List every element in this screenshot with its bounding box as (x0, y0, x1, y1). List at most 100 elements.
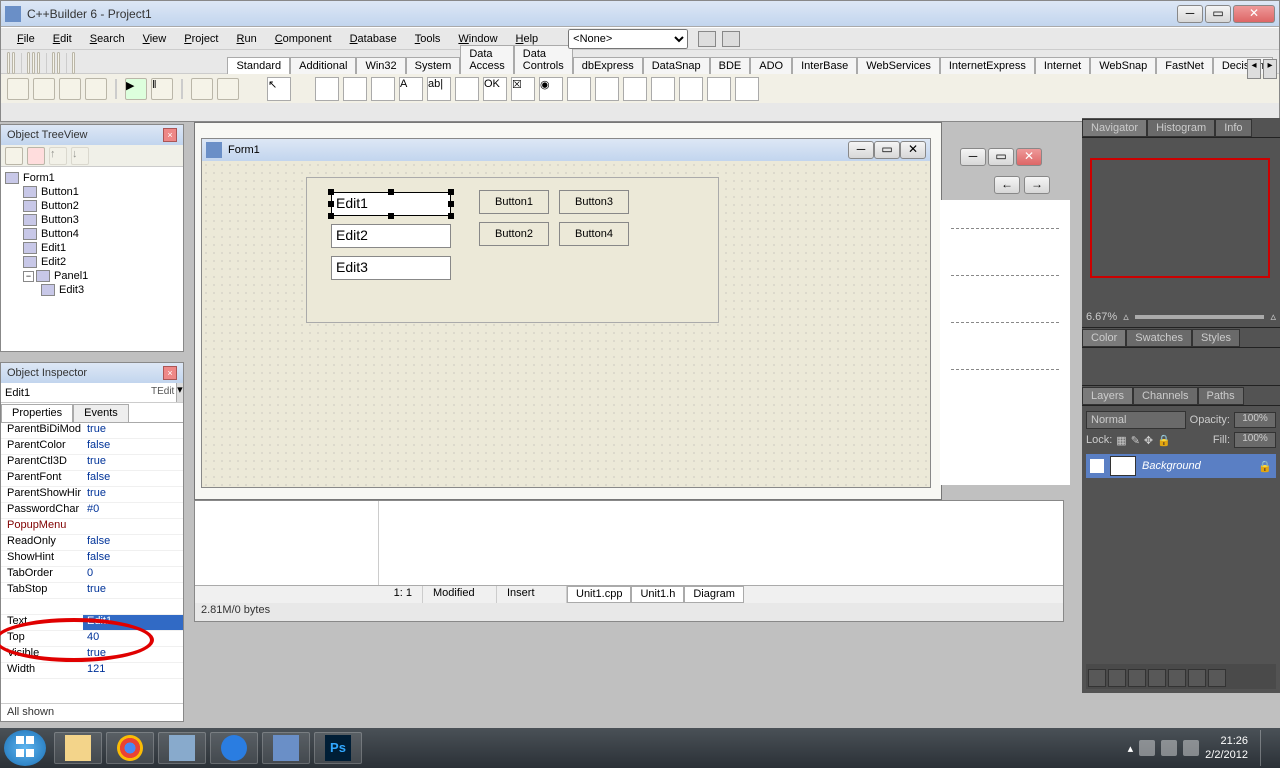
zoom-in-icon[interactable]: ▵ (1270, 310, 1276, 323)
prop-row-text[interactable]: TextEdit1 (1, 615, 183, 631)
tab-unit-cpp[interactable]: Unit1.cpp (567, 586, 631, 603)
run-icon[interactable]: ▶ (125, 78, 147, 100)
menu-database[interactable]: Database (342, 31, 405, 47)
new-icon[interactable] (7, 52, 10, 74)
ptab-win32[interactable]: Win32 (356, 57, 405, 74)
prop-value[interactable]: true (83, 423, 183, 438)
task-cppbuilder[interactable] (262, 732, 310, 764)
prop-row-width[interactable]: Width121 (1, 663, 183, 679)
ps-color-panel[interactable] (1082, 348, 1280, 386)
tree-delete-icon[interactable] (27, 147, 45, 165)
prop-value[interactable]: Edit1 (83, 615, 183, 630)
ptab-bde[interactable]: BDE (710, 57, 751, 74)
clock[interactable]: 21:26 2/2/2012 (1205, 734, 1248, 762)
prop-value[interactable] (83, 599, 183, 614)
menu-help[interactable]: Help (508, 31, 547, 47)
button3-control[interactable]: Button3 (559, 190, 629, 214)
layer-background[interactable]: Background 🔒 (1086, 454, 1276, 478)
prop-row-parentfont[interactable]: ParentFontfalse (1, 471, 183, 487)
tree-edit2[interactable]: Edit2 (5, 255, 179, 269)
tree-edit1[interactable]: Edit1 (5, 241, 179, 255)
menu-tools[interactable]: Tools (407, 31, 449, 47)
component-dropdown-icon[interactable]: ▾ (176, 383, 183, 402)
button2-control[interactable]: Button2 (479, 222, 549, 246)
navigator-viewport[interactable] (1090, 158, 1270, 278)
tree-button4[interactable]: Button4 (5, 227, 179, 241)
ptab-ado[interactable]: ADO (750, 57, 792, 74)
layer-thumb[interactable] (1110, 456, 1136, 476)
prop-row-tabstop[interactable]: TabStoptrue (1, 583, 183, 599)
ps-tab-swatches[interactable]: Swatches (1126, 329, 1192, 347)
scrollbar-icon[interactable] (623, 77, 647, 101)
start-button[interactable] (4, 730, 46, 766)
label-icon[interactable]: A (399, 77, 423, 101)
ptab-dbexpress[interactable]: dbExpress (573, 57, 643, 74)
radiogroup-icon[interactable] (679, 77, 703, 101)
add-file-icon[interactable] (52, 52, 55, 74)
popupmenu-icon[interactable] (371, 77, 395, 101)
zoom-slider[interactable] (1135, 315, 1265, 319)
menu-project[interactable]: Project (176, 31, 226, 47)
prop-value[interactable]: true (83, 455, 183, 470)
tree-ic-1[interactable] (5, 147, 23, 165)
button-icon[interactable]: OK (483, 77, 507, 101)
lock-all-icon[interactable]: 🔒 (1157, 434, 1171, 447)
tray-up-icon[interactable]: ▴ (1128, 742, 1134, 755)
prop-row-passwordchar[interactable]: PasswordChar#0 (1, 503, 183, 519)
button1-control[interactable]: Button1 (479, 190, 549, 214)
close-button[interactable]: ✕ (1233, 5, 1275, 23)
new-form-icon[interactable] (85, 78, 107, 100)
minimize-button[interactable]: ─ (1177, 5, 1203, 23)
tree-button3[interactable]: Button3 (5, 213, 179, 227)
tree-edit3[interactable]: Edit3 (5, 283, 179, 297)
prop-row-visible[interactable]: Visibletrue (1, 647, 183, 663)
prop-row-parentcolor[interactable]: ParentColorfalse (1, 439, 183, 455)
saveall-icon[interactable] (32, 52, 35, 74)
menu-icon-1[interactable] (698, 31, 716, 47)
fx-icon[interactable] (1108, 669, 1126, 687)
ps-tab-color[interactable]: Color (1082, 329, 1126, 347)
tree-button2[interactable]: Button2 (5, 199, 179, 213)
menu-component[interactable]: Component (267, 31, 340, 47)
radio-icon[interactable]: ◉ (539, 77, 563, 101)
opacity-value[interactable]: 100% (1234, 412, 1276, 428)
ps-doc-close[interactable]: ✕ (1016, 148, 1042, 166)
component-name-input[interactable] (1, 383, 151, 402)
pause-icon[interactable]: ‖ (151, 78, 173, 100)
menu-combo[interactable]: <None> (568, 29, 688, 49)
ptab-interbase[interactable]: InterBase (792, 57, 857, 74)
lock-trans-icon[interactable]: ▦ (1116, 434, 1126, 447)
memo-icon[interactable] (455, 77, 479, 101)
inspector-close-icon[interactable]: × (163, 366, 177, 380)
ps-navigator[interactable]: 6.67% ▵ ▵ (1082, 138, 1280, 328)
prop-row-parentbidimod[interactable]: ParentBiDiModtrue (1, 423, 183, 439)
ps-tab-navigator[interactable]: Navigator (1082, 119, 1147, 137)
form-titlebar[interactable]: Form1 ─ ▭ ✕ (202, 139, 930, 161)
adj-icon[interactable] (1148, 669, 1166, 687)
button4-control[interactable]: Button4 (559, 222, 629, 246)
mask-icon[interactable] (1128, 669, 1146, 687)
ptab-internet[interactable]: Internet (1035, 57, 1090, 74)
ptab-standard[interactable]: Standard (227, 57, 290, 74)
titlebar[interactable]: C++Builder 6 - Project1 ─ ▭ ✕ (1, 1, 1279, 27)
menu-window[interactable]: Window (450, 31, 505, 47)
expand-icon[interactable]: − (23, 271, 34, 282)
design-form[interactable]: Form1 ─ ▭ ✕ Edit1 Edit2 Edit3 Button1 Bu… (201, 138, 931, 488)
remove-file-icon[interactable] (57, 52, 60, 74)
blend-mode-select[interactable]: Normal (1086, 411, 1186, 429)
prop-row-parentctl3d[interactable]: ParentCtl3Dtrue (1, 455, 183, 471)
form-canvas[interactable]: Edit1 Edit2 Edit3 Button1 Button2 Button… (202, 161, 930, 487)
zoom-out-icon[interactable]: ▵ (1123, 310, 1129, 323)
task-photoshop[interactable]: Ps (314, 732, 362, 764)
inspector-title[interactable]: Object Inspector × (1, 363, 183, 383)
panel1[interactable]: Edit1 Edit2 Edit3 Button1 Button2 Button… (306, 177, 719, 323)
prop-value[interactable]: false (83, 535, 183, 550)
ptab-websnap[interactable]: WebSnap (1090, 57, 1156, 74)
prop-value[interactable]: true (83, 583, 183, 598)
task-explorer[interactable] (54, 732, 102, 764)
lock-paint-icon[interactable]: ✎ (1131, 434, 1140, 447)
step-icon[interactable] (217, 78, 239, 100)
ptab-internetexpress[interactable]: InternetExpress (940, 57, 1035, 74)
show-desktop-button[interactable] (1260, 730, 1270, 766)
ptab-fastnet[interactable]: FastNet (1156, 57, 1213, 74)
